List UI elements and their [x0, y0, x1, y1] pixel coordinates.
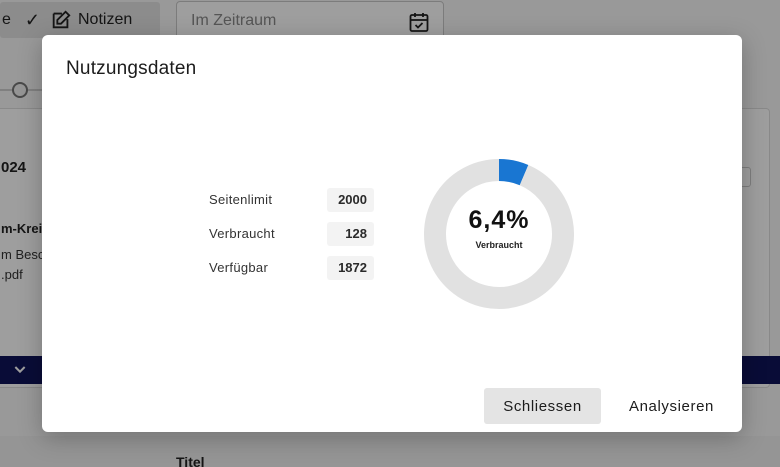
stat-label: Verbraucht	[209, 226, 275, 241]
stat-value: 128	[327, 222, 374, 246]
usage-data-dialog: Nutzungsdaten Seitenlimit 2000 Verbrauch…	[42, 35, 742, 432]
stat-label: Verfügbar	[209, 260, 269, 275]
stat-value: 2000	[327, 188, 374, 212]
close-button[interactable]: Schliessen	[484, 388, 601, 424]
stat-row-page-limit: Seitenlimit 2000	[208, 188, 376, 212]
donut-center-label: 6,4% Verbraucht	[423, 158, 575, 310]
dialog-title: Nutzungsdaten	[66, 58, 197, 79]
stat-label: Seitenlimit	[209, 192, 273, 207]
stat-row-used: Verbraucht 128	[208, 222, 376, 246]
usage-caption: Verbraucht	[475, 240, 523, 250]
usage-percent: 6,4%	[468, 206, 530, 234]
stat-row-available: Verfügbar 1872	[208, 256, 376, 280]
analyze-button[interactable]: Analysieren	[613, 388, 730, 424]
stat-value: 1872	[327, 256, 374, 280]
